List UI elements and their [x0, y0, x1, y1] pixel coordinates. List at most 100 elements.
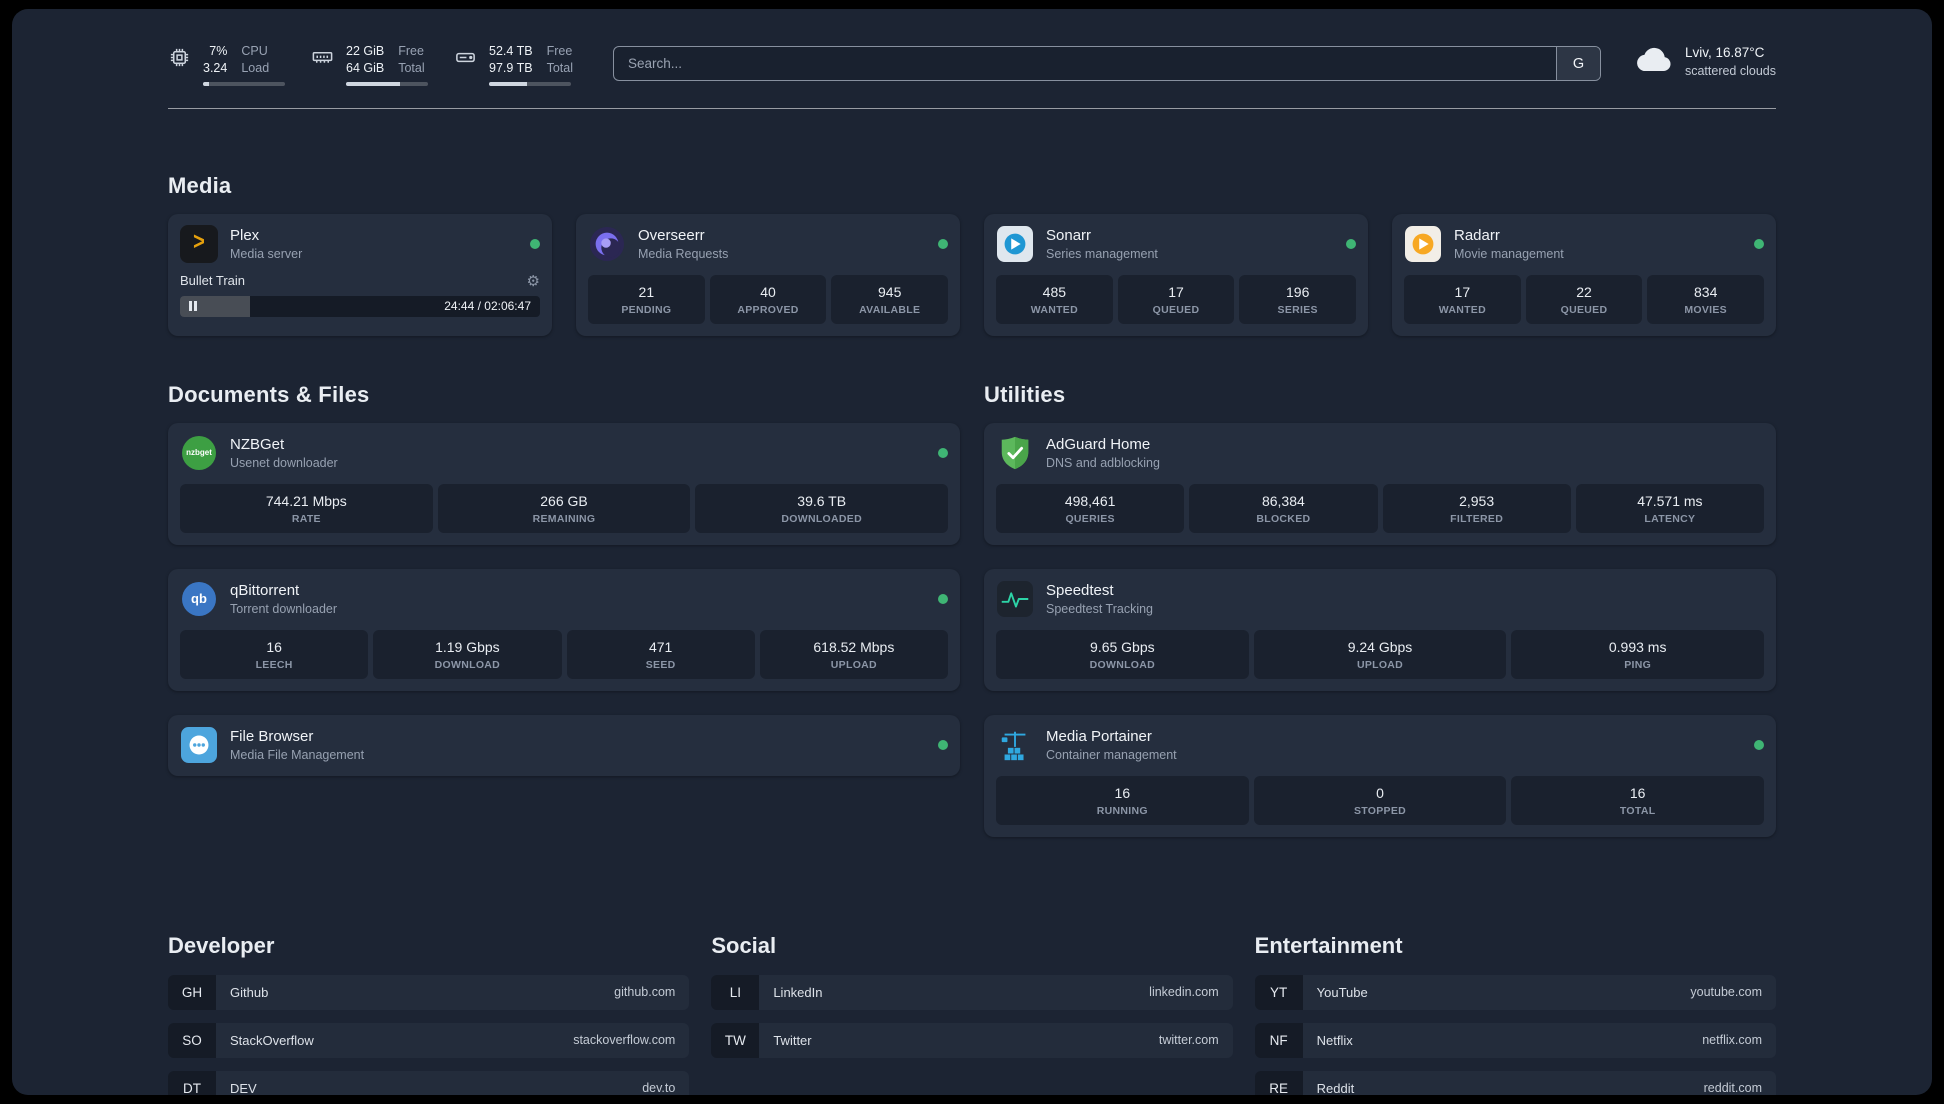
- service-card-plex[interactable]: > Plex Media server Bullet Train ⚙ 24:44…: [168, 213, 552, 336]
- search-provider-button[interactable]: G: [1555, 47, 1600, 80]
- overseerr-icon: [588, 225, 626, 263]
- memory-total-label: Total: [398, 60, 425, 75]
- bookmark-abbr: TW: [711, 1022, 760, 1058]
- bookmark-domain: github.com: [614, 985, 676, 1000]
- stat-latency: 47.571 ms LATENCY: [1575, 483, 1764, 533]
- bookmark-netflix[interactable]: NF Netflix netflix.com: [1254, 1022, 1776, 1058]
- bookmark-name: Twitter: [773, 1032, 812, 1048]
- bookmark-name: DEV: [230, 1080, 257, 1095]
- weather-condition: scattered clouds: [1684, 63, 1776, 78]
- service-card-filebrowser[interactable]: File Browser Media File Management: [168, 714, 960, 776]
- cpu-progress-bar: [203, 81, 285, 86]
- service-desc: Usenet downloader: [230, 455, 338, 470]
- service-card-radarr[interactable]: Radarr Movie management 17 WANTED 22 QUEUE…: [1392, 213, 1776, 336]
- status-dot: [938, 447, 948, 458]
- playback-time: 24:44 / 02:06:47: [444, 299, 531, 314]
- service-desc: Series management: [1046, 246, 1158, 261]
- bookmark-dev[interactable]: DT DEV dev.to: [168, 1070, 690, 1095]
- cpu-load-value: 3.24: [203, 60, 228, 75]
- service-card-portainer[interactable]: Media Portainer Container management 16 R…: [984, 714, 1776, 837]
- stat-queued: 22 QUEUED: [1525, 274, 1643, 324]
- now-playing-title: Bullet Train: [180, 273, 246, 289]
- speedtest-icon: [996, 580, 1034, 618]
- stat-pending: 21 PENDING: [588, 274, 705, 324]
- stat-blocked: 86,384 BLOCKED: [1189, 483, 1378, 533]
- memory-total-value: 64 GiB: [346, 60, 385, 75]
- bookmark-group-title: Entertainment: [1254, 932, 1403, 958]
- portainer-icon: [996, 726, 1034, 764]
- status-dot: [1346, 238, 1356, 249]
- bookmark-stackoverflow[interactable]: SO StackOverflow stackoverflow.com: [168, 1022, 690, 1058]
- weather-widget: Lviv, 16.87°C scattered clouds: [1635, 44, 1776, 80]
- pause-icon[interactable]: [189, 301, 197, 312]
- cpu-load-label: Load: [241, 60, 270, 75]
- memory-free-value: 22 GiB: [346, 44, 385, 58]
- service-name: File Browser: [230, 727, 314, 745]
- dashboard: 7% 3.24 CPU Load 22 GiB 64 GiB Free Tota…: [12, 9, 1932, 1095]
- stat-available: 945 AVAILABLE: [831, 274, 949, 324]
- bookmark-reddit[interactable]: RE Reddit reddit.com: [1254, 1070, 1776, 1095]
- service-name: NZBGet: [230, 435, 285, 453]
- service-desc: Media File Management: [230, 747, 365, 762]
- bookmark-abbr: YT: [1254, 974, 1303, 1010]
- bookmark-abbr: LI: [711, 974, 760, 1010]
- bookmark-name: Reddit: [1316, 1080, 1355, 1095]
- disk-total-label: Total: [546, 60, 573, 75]
- bookmark-youtube[interactable]: YT YouTube youtube.com: [1254, 974, 1776, 1010]
- stat-total: 16 TOTAL: [1511, 775, 1765, 825]
- top-bar: 7% 3.24 CPU Load 22 GiB 64 GiB Free Tota…: [168, 43, 1776, 86]
- qbittorrent-icon: qb: [180, 580, 218, 618]
- cpu-label: CPU: [241, 44, 268, 58]
- stat-wanted: 17 WANTED: [1404, 274, 1521, 324]
- bookmark-name: YouTube: [1316, 984, 1368, 1000]
- stat-stopped: 0 STOPPED: [1253, 775, 1507, 825]
- service-name: AdGuard Home: [1046, 435, 1151, 453]
- status-dot: [938, 739, 948, 750]
- service-card-adguard[interactable]: AdGuard Home DNS and adblocking 498,461 Q…: [984, 422, 1776, 545]
- service-card-nzbget[interactable]: nzbget NZBGet Usenet downloader 744.21 M…: [168, 422, 960, 545]
- stat-download: 1.19 Gbps DOWNLOAD: [373, 629, 562, 679]
- weather-location: Lviv, 16.87°C: [1684, 45, 1765, 60]
- service-desc: Speedtest Tracking: [1046, 601, 1154, 616]
- service-desc: Torrent downloader: [230, 601, 338, 616]
- stat-remaining: 266 GB REMAINING: [437, 483, 691, 533]
- bookmark-group-title: Social: [711, 932, 777, 958]
- adguard-icon: [996, 434, 1034, 472]
- gear-icon[interactable]: ⚙: [527, 272, 540, 290]
- service-name: Overseerr: [638, 226, 705, 244]
- section-title-utilities: Utilities: [984, 381, 1066, 407]
- bookmark-domain: dev.to: [642, 1081, 676, 1095]
- bookmark-name: StackOverflow: [230, 1032, 314, 1048]
- service-name: Sonarr: [1046, 226, 1092, 244]
- stat-filtered: 2,953 FILTERED: [1382, 483, 1571, 533]
- disk-drive-icon: [454, 46, 477, 86]
- bookmark-linkedin[interactable]: LI LinkedIn linkedin.com: [711, 974, 1233, 1010]
- bookmark-abbr: NF: [1254, 1022, 1303, 1058]
- service-desc: Container management: [1046, 747, 1177, 762]
- bookmark-domain: reddit.com: [1703, 1081, 1762, 1095]
- status-dot: [530, 238, 540, 249]
- status-dot: [1754, 238, 1764, 249]
- search-bar: G: [612, 46, 1601, 81]
- bookmark-abbr: RE: [1254, 1070, 1303, 1095]
- service-name: Speedtest: [1046, 581, 1114, 599]
- bookmark-github[interactable]: GH Github github.com: [168, 974, 690, 1010]
- service-card-overseerr[interactable]: Overseerr Media Requests 21 PENDING 40 APP…: [576, 213, 960, 336]
- section-media: Media > Plex Media server Bullet Train ⚙…: [168, 173, 1776, 336]
- now-playing-widget: Bullet Train ⚙ 24:44 / 02:06:47: [180, 272, 540, 317]
- radarr-icon: [1404, 225, 1442, 263]
- bookmark-twitter[interactable]: TW Twitter twitter.com: [711, 1022, 1233, 1058]
- cloud-icon: [1635, 46, 1673, 78]
- bookmark-domain: stackoverflow.com: [573, 1033, 676, 1048]
- cpu-widget: 7% 3.24 CPU Load: [168, 43, 285, 86]
- bookmark-name: Github: [230, 984, 269, 1000]
- stat-queued: 17 QUEUED: [1117, 274, 1235, 324]
- service-card-sonarr[interactable]: Sonarr Series management 485 WANTED 17 QUE…: [984, 213, 1368, 336]
- disk-total-value: 97.9 TB: [489, 60, 533, 75]
- search-input[interactable]: [613, 47, 1556, 80]
- memory-widget: 22 GiB 64 GiB Free Total: [311, 43, 428, 86]
- service-desc: Media Requests: [638, 246, 729, 261]
- service-card-speedtest[interactable]: Speedtest Speedtest Tracking 9.65 Gbps DO…: [984, 568, 1776, 691]
- status-dot: [938, 238, 948, 249]
- service-card-qbittorrent[interactable]: qb qBittorrent Torrent downloader 16 LEEC…: [168, 568, 960, 691]
